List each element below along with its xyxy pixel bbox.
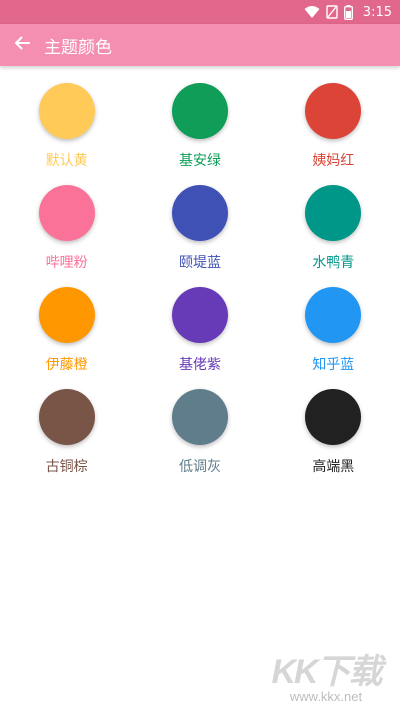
color-label: 基安绿	[178, 153, 221, 169]
no-signal-icon	[326, 5, 338, 19]
color-label: 默认黄	[45, 153, 88, 169]
color-option[interactable]: 颐堤蓝	[133, 185, 266, 271]
color-label: 姨妈红	[312, 153, 355, 169]
color-label: 哔哩粉	[45, 255, 88, 271]
battery-icon	[343, 4, 353, 20]
color-label: 伊藤橙	[45, 357, 88, 373]
page-title: 主题颜色	[44, 37, 112, 58]
wifi-icon	[304, 5, 320, 19]
color-option[interactable]: 低调灰	[133, 389, 266, 475]
color-option[interactable]: 高端黑	[267, 389, 400, 475]
status-time: 3:15	[362, 4, 392, 20]
color-swatch	[38, 83, 95, 139]
color-option[interactable]: 默认黄	[0, 83, 133, 169]
color-swatch	[171, 185, 228, 241]
color-option[interactable]: 水鸭青	[267, 185, 400, 271]
watermark: KK下载 www.kkx.net	[266, 644, 386, 706]
color-option[interactable]: 基佬紫	[133, 287, 266, 373]
color-swatch	[171, 287, 228, 343]
color-label: 基佬紫	[178, 357, 221, 373]
color-swatch	[171, 389, 228, 445]
back-button[interactable]	[0, 24, 44, 66]
color-grid: 默认黄 基安绿 姨妈红 哔哩粉 颐堤蓝 水鸭青 伊藤橙 基佬紫 知乎蓝 古铜棕 …	[0, 83, 400, 475]
color-label: 低调灰	[178, 459, 221, 475]
color-swatch	[305, 389, 362, 445]
color-swatch	[38, 185, 95, 241]
color-option[interactable]: 伊藤橙	[0, 287, 133, 373]
color-swatch	[305, 185, 362, 241]
color-swatch	[38, 389, 95, 445]
color-option[interactable]: 古铜棕	[0, 389, 133, 475]
color-swatch	[305, 83, 362, 139]
status-icons: 3:15	[304, 0, 392, 24]
color-label: 颐堤蓝	[178, 255, 221, 271]
app-bar: 主题颜色	[0, 24, 400, 66]
color-swatch	[305, 287, 362, 343]
color-label: 水鸭青	[312, 255, 355, 271]
color-label: 古铜棕	[45, 459, 88, 475]
color-label: 知乎蓝	[312, 357, 355, 373]
color-option[interactable]: 哔哩粉	[0, 185, 133, 271]
color-swatch	[38, 287, 95, 343]
status-bar: 3:15	[0, 0, 400, 24]
arrow-left-icon	[13, 34, 31, 56]
watermark-logo: KK下载	[271, 653, 382, 691]
color-option[interactable]: 基安绿	[133, 83, 266, 169]
color-option[interactable]: 姨妈红	[267, 83, 400, 169]
color-swatch	[171, 83, 228, 139]
color-label: 高端黑	[312, 459, 355, 475]
color-option[interactable]: 知乎蓝	[267, 287, 400, 373]
